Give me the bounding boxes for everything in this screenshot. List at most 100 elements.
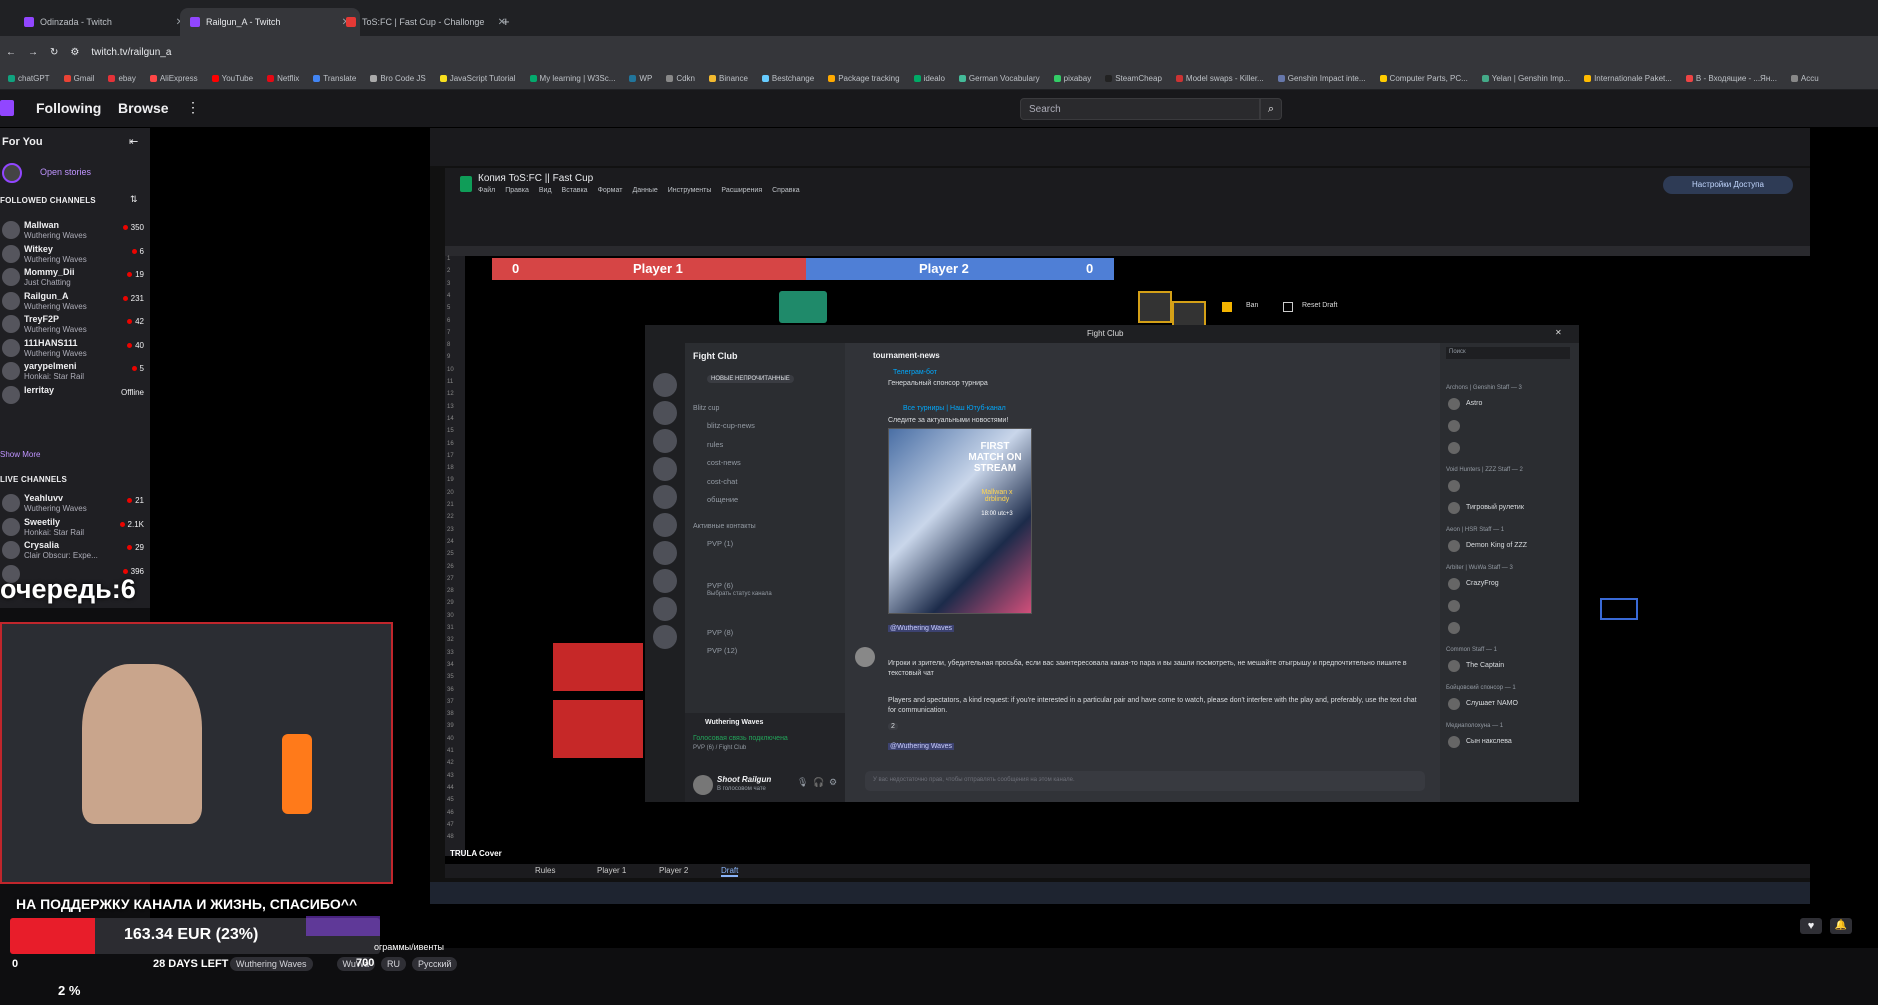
member-item[interactable] (1446, 419, 1572, 433)
ban-checkbox[interactable] (1222, 302, 1232, 312)
server-icon[interactable] (653, 597, 677, 621)
server-icon[interactable] (653, 541, 677, 565)
sheet-menu-item[interactable]: Вставка (562, 187, 588, 194)
forward-icon[interactable]: → (28, 47, 38, 58)
member-item[interactable] (1446, 621, 1572, 635)
server-icon[interactable] (653, 401, 677, 425)
tab-railgun[interactable]: Railgun_A - Twitch ✕ (180, 8, 360, 36)
bookmark-item[interactable]: My learning | W3Sc... (529, 74, 615, 83)
row-header[interactable]: 41 (447, 748, 454, 754)
member-item[interactable]: The Captain (1446, 659, 1572, 673)
bookmark-item[interactable]: Yelan | Genshin Imp... (1481, 74, 1570, 83)
headphones-icon[interactable]: 🎧 (813, 777, 824, 788)
row-header[interactable]: 15 (447, 428, 454, 434)
voice-channel-item[interactable]: PVP (12) (707, 646, 737, 655)
bookmark-item[interactable]: Gmail (63, 74, 94, 83)
row-header[interactable]: 9 (447, 354, 450, 360)
site-info-icon[interactable]: ⚙ (70, 47, 79, 58)
bookmark-item[interactable]: В - Входящие - ...Ян... (1685, 74, 1777, 83)
mic-icon[interactable]: 🎙 (797, 777, 808, 788)
row-header[interactable]: 28 (447, 588, 454, 594)
row-header[interactable]: 11 (447, 379, 453, 385)
bookmark-item[interactable]: Cdkn (666, 74, 695, 83)
row-header[interactable]: 37 (447, 699, 454, 705)
sheet-tab[interactable]: Player 2 (659, 866, 688, 875)
nav-browse[interactable]: Browse (118, 100, 169, 116)
bookmark-item[interactable]: Binance (709, 74, 748, 83)
bookmark-item[interactable]: Accu (1790, 74, 1819, 83)
row-header[interactable]: 26 (447, 564, 454, 570)
row-header[interactable]: 21 (447, 502, 454, 508)
row-header[interactable]: 31 (447, 625, 454, 631)
row-header[interactable]: 48 (447, 834, 454, 840)
member-item[interactable]: Сын накслева (1446, 735, 1572, 749)
row-header[interactable]: 27 (447, 576, 454, 582)
row-header[interactable]: 47 (447, 822, 454, 828)
sheet-tab[interactable]: Player 1 (597, 866, 626, 875)
search-input[interactable]: Search (1020, 98, 1260, 120)
bookmark-item[interactable]: ebay (108, 74, 136, 83)
bookmark-item[interactable]: SteamCheap (1105, 74, 1162, 83)
close-window-icon[interactable]: ✕ (1555, 328, 1562, 337)
new-unread-badge[interactable]: НОВЫЕ НЕПРОЧИТАННЫЕ (707, 375, 794, 383)
member-search[interactable]: Поиск (1446, 347, 1570, 359)
open-stories-link[interactable]: Open stories (40, 167, 91, 177)
bot-link[interactable]: Телеграм-бот (893, 369, 937, 376)
row-header[interactable]: 18 (447, 465, 454, 471)
more-options-icon[interactable]: ⋮ (186, 99, 200, 116)
twitch-logo-icon[interactable] (0, 100, 14, 116)
row-header[interactable]: 23 (447, 527, 454, 533)
tag-russian[interactable]: Русский (412, 957, 458, 971)
row-header[interactable]: 46 (447, 810, 454, 816)
category-label[interactable]: Blitz cup (693, 405, 719, 412)
row-header[interactable]: 14 (447, 416, 454, 422)
server-icon[interactable] (653, 373, 677, 397)
share-button[interactable]: Настройки Доступа (1663, 176, 1793, 194)
member-item[interactable]: CrazyFrog (1446, 577, 1572, 591)
member-item[interactable]: Тигровый рулетик (1446, 501, 1572, 515)
row-header[interactable]: 24 (447, 539, 454, 545)
channel-item[interactable]: blitz-cup-news (707, 421, 755, 430)
server-icon[interactable] (653, 625, 677, 649)
bookmark-item[interactable]: YouTube (211, 74, 253, 83)
sheet-tab[interactable]: Draft (721, 866, 739, 877)
row-header[interactable]: 22 (447, 514, 454, 520)
sheet-tab[interactable]: Rules (535, 866, 555, 875)
sheet-menu-item[interactable]: Инструменты (668, 187, 712, 194)
settings-icon[interactable]: ⚙ (829, 777, 837, 788)
server-icon[interactable] (653, 429, 677, 453)
show-more-link[interactable]: Show More (0, 450, 40, 459)
sheet-menu-item[interactable]: Данные (632, 187, 657, 194)
row-header[interactable]: 13 (447, 404, 454, 410)
user-avatar[interactable] (693, 775, 713, 795)
reset-draft-checkbox[interactable] (1283, 302, 1293, 312)
follow-heart-icon[interactable]: ♥ (1800, 918, 1822, 934)
voice-channel-item[interactable]: PVP (6) (707, 581, 733, 590)
message-input[interactable]: У вас недостаточно прав, чтобы отправлят… (865, 771, 1425, 791)
bookmark-item[interactable]: pixabay (1053, 74, 1091, 83)
bookmark-item[interactable]: Computer Parts, PC... (1379, 74, 1468, 83)
row-header[interactable]: 30 (447, 613, 454, 619)
row-header[interactable]: 32 (447, 637, 454, 643)
row-header[interactable]: 35 (447, 674, 454, 680)
back-icon[interactable]: ← (6, 47, 16, 58)
reaction[interactable]: 2 (888, 723, 898, 730)
member-item[interactable]: Demon King of ZZZ (1446, 539, 1572, 553)
voice-status[interactable]: Выбрать статус канала (707, 591, 772, 597)
channel-item[interactable]: rules (707, 440, 723, 449)
bookmark-item[interactable]: Internationale Paket... (1584, 74, 1672, 83)
bookmark-item[interactable]: Bestchange (761, 74, 814, 83)
tab-challonge[interactable]: ToS:FC | Fast Cup - Challonge ✕ (336, 8, 516, 36)
sheet-title[interactable]: Копия ToS:FC || Fast Cup (478, 173, 593, 184)
row-header[interactable]: 1 (447, 256, 450, 262)
row-header[interactable]: 6 (447, 318, 450, 324)
row-header[interactable]: 39 (447, 723, 454, 729)
row-header[interactable]: 19 (447, 477, 454, 483)
row-header[interactable]: 29 (447, 600, 454, 606)
row-header[interactable]: 7 (447, 330, 450, 336)
bookmark-item[interactable]: AliExpress (149, 74, 198, 83)
links-text[interactable]: Все турниры | Наш Ютуб-канал (903, 405, 1006, 412)
sheet-menu-item[interactable]: Файл (478, 187, 495, 194)
server-name[interactable]: Fight Club (693, 351, 738, 361)
channel-item[interactable]: cost-news (707, 458, 741, 467)
